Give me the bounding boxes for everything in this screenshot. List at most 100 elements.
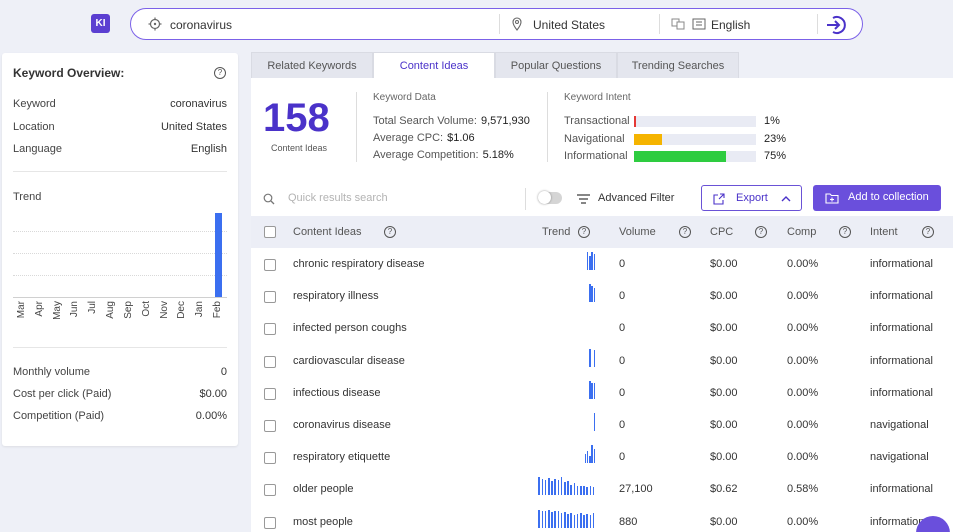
advanced-filter-button[interactable]: Advanced Filter	[598, 192, 674, 204]
row-label: Location	[13, 121, 55, 133]
idea-text[interactable]: cardiovascular disease	[293, 355, 405, 367]
row-checkbox[interactable]	[264, 291, 276, 304]
add-to-collection-button[interactable]: Add to collection	[813, 185, 941, 211]
help-icon[interactable]: ?	[922, 226, 934, 238]
language-icon	[692, 18, 706, 30]
stat-label: Monthly volume	[13, 366, 91, 378]
idea-text[interactable]: older people	[293, 483, 354, 495]
tab-content-ideas[interactable]: Content Ideas	[373, 52, 495, 79]
comp-value: 0.00%	[787, 322, 819, 335]
trend-sparkline	[536, 380, 596, 399]
table-row[interactable]: coronavirus disease 0 $0.00 0.00% navigation…	[251, 409, 953, 441]
intent-percent: 23%	[764, 132, 787, 145]
spark-bar	[593, 287, 596, 303]
spark-bar	[591, 382, 593, 399]
col-trend[interactable]: Trend	[542, 226, 570, 238]
idea-text[interactable]: respiratory illness	[293, 290, 379, 302]
go-arrow-icon[interactable]	[824, 14, 848, 36]
volume-value: 0	[619, 258, 626, 270]
row-label: Language	[13, 143, 62, 155]
spark-bar	[586, 450, 589, 464]
table-row[interactable]: older people 27,100 $0.62 0.58% informationa…	[251, 473, 953, 505]
tab-trending-searches[interactable]: Trending Searches	[617, 52, 739, 78]
divider	[13, 347, 227, 348]
idea-text[interactable]: infectious disease	[293, 387, 380, 399]
intent-percent: 75%	[764, 150, 787, 162]
trend-sparkline	[536, 252, 596, 270]
overview-row-location: Location United States	[13, 121, 227, 133]
table-row[interactable]: respiratory illness 0 $0.00 0.00% informatio…	[251, 280, 953, 312]
col-cpc[interactable]: CPC	[710, 226, 733, 238]
table-row[interactable]: infectious disease 0 $0.00 0.00% information…	[251, 377, 953, 409]
help-icon[interactable]: ?	[214, 67, 226, 79]
folder-plus-icon	[825, 193, 839, 204]
idea-text[interactable]: most people	[293, 516, 353, 528]
trend-sparkline	[536, 477, 596, 496]
idea-text[interactable]: respiratory etiquette	[293, 451, 390, 463]
idea-text[interactable]: coronavirus disease	[293, 419, 391, 431]
select-all-checkbox[interactable]	[264, 226, 276, 238]
table-row[interactable]: infected person coughs 0 $0.00 0.00% informa…	[251, 312, 953, 344]
row-checkbox[interactable]	[264, 259, 276, 271]
col-comp[interactable]: Comp	[787, 226, 816, 238]
row-checkbox[interactable]	[264, 323, 276, 336]
filter-toggle[interactable]	[538, 191, 562, 204]
row-checkbox[interactable]	[264, 420, 276, 432]
col-intent[interactable]: Intent	[870, 226, 898, 238]
search-icon	[148, 17, 162, 31]
keyword-input[interactable]: coronavirus	[170, 18, 232, 32]
col-content-ideas[interactable]: Content Ideas	[293, 226, 362, 238]
idea-text[interactable]: chronic respiratory disease	[293, 258, 424, 270]
language-select[interactable]: English	[711, 18, 750, 32]
row-checkbox[interactable]	[264, 355, 276, 368]
help-icon[interactable]: ?	[384, 226, 396, 238]
table-row[interactable]: most people 880 $0.00 0.00% informational	[251, 506, 953, 532]
tab-related-keywords[interactable]: Related Keywords	[251, 52, 373, 78]
intent-row-informational: Informational 75%	[564, 150, 786, 162]
average-cpc: Average CPC: $1.06	[373, 132, 475, 144]
content-ideas-panel: 158 Content Ideas Keyword Data Total Sea…	[251, 78, 953, 532]
row-checkbox[interactable]	[264, 484, 276, 497]
help-icon[interactable]: ?	[578, 226, 590, 238]
table-row[interactable]: chronic respiratory disease 0 $0.00 0.00% in…	[251, 248, 953, 280]
volume-value: 0	[619, 290, 626, 303]
table-row[interactable]: cardiovascular disease 0 $0.00 0.00% informa…	[251, 345, 953, 377]
row-checkbox[interactable]	[264, 452, 276, 465]
app-logo[interactable]: KI	[91, 14, 110, 33]
spark-bar	[586, 252, 589, 270]
tab-popular-questions[interactable]: Popular Questions	[495, 52, 617, 78]
help-icon[interactable]: ?	[679, 226, 691, 238]
row-checkbox[interactable]	[264, 387, 276, 400]
quick-search-input[interactable]: Quick results search	[288, 192, 388, 204]
spark-bar	[551, 512, 553, 528]
divider	[13, 171, 227, 172]
intent-percent: 1%	[764, 115, 780, 127]
col-volume[interactable]: Volume	[619, 226, 656, 238]
spark-bar	[538, 509, 540, 528]
spark-bar	[580, 486, 582, 496]
export-button[interactable]: Export	[701, 185, 802, 211]
add-to-collection-label: Add to collection	[848, 191, 929, 203]
intent-value: informational	[870, 354, 933, 367]
spark-bar	[576, 485, 579, 496]
help-icon[interactable]: ?	[839, 226, 851, 238]
intent-bar-track	[634, 133, 756, 145]
cpc-value: $0.00	[710, 515, 738, 528]
volume-value: 0	[619, 451, 626, 464]
spark-bar	[589, 380, 591, 399]
month-label: Nov	[158, 301, 170, 319]
help-icon[interactable]: ?	[755, 226, 767, 238]
export-icon	[713, 193, 725, 205]
chevron-up-icon	[781, 196, 791, 202]
spark-bar	[589, 284, 591, 303]
row-checkbox[interactable]	[264, 516, 276, 529]
trend-sparkline	[536, 445, 596, 464]
volume-value: 0	[619, 419, 626, 431]
location-select[interactable]: United States	[533, 18, 605, 32]
idea-text[interactable]: infected person coughs	[293, 322, 407, 334]
stat-competition: Competition (Paid) 0.00%	[13, 410, 227, 422]
table-row[interactable]: respiratory etiquette 0 $0.00 0.00% navigati…	[251, 441, 953, 473]
intent-bar-fill	[634, 133, 663, 145]
stat-monthly-volume: Monthly volume 0	[13, 366, 227, 378]
trend-sparkline	[536, 413, 596, 431]
